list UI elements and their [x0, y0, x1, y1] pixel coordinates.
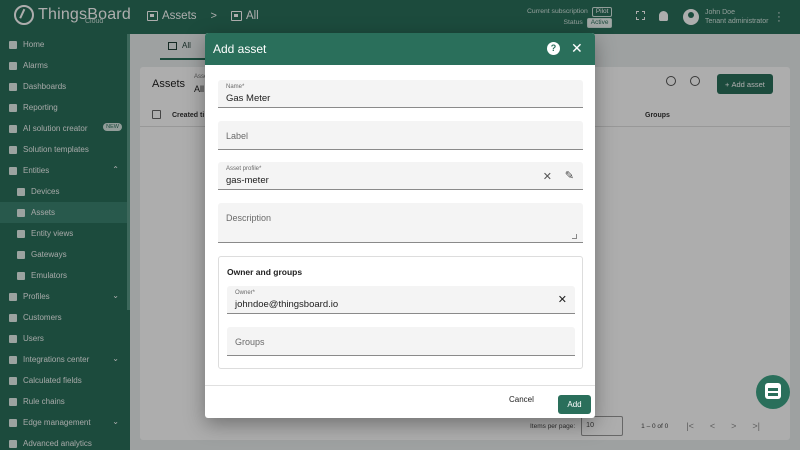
name-field[interactable]: Name* Gas Meter — [218, 80, 583, 108]
cancel-button[interactable]: Cancel — [509, 395, 534, 404]
groups-field[interactable]: Groups — [227, 327, 575, 356]
dialog-header: Add asset ? ✕ — [205, 33, 595, 65]
owner-field-value: johndoe@thingsboard.io — [235, 299, 339, 310]
description-field[interactable]: Description — [218, 203, 583, 243]
clear-icon[interactable]: ✕ — [543, 170, 552, 183]
robot-icon — [765, 383, 781, 399]
dialog-footer — [205, 385, 595, 418]
name-field-label: Name* — [226, 84, 245, 90]
groups-placeholder: Groups — [235, 337, 265, 347]
asset-profile-value: gas-meter — [226, 175, 269, 186]
owner-field-label: Owner* — [235, 290, 256, 296]
resize-handle-icon[interactable] — [572, 234, 577, 239]
add-asset-dialog: Add asset ? ✕ Name* Gas Meter Label Asse… — [205, 33, 595, 418]
label-field-placeholder: Label — [226, 131, 249, 141]
name-field-value: Gas Meter — [226, 93, 271, 104]
label-field[interactable]: Label — [218, 121, 583, 150]
dialog-title: Add asset — [213, 42, 267, 56]
owner-and-groups-section: Owner and groups Owner* johndoe@thingsbo… — [218, 256, 583, 369]
ai-assistant-button[interactable] — [756, 375, 790, 409]
owner-field[interactable]: Owner* johndoe@thingsboard.io ✕ — [227, 286, 575, 314]
close-icon[interactable]: ✕ — [571, 40, 583, 56]
asset-profile-field[interactable]: Asset profile* gas-meter ✕ ✎ — [218, 162, 583, 190]
description-placeholder: Description — [226, 213, 272, 223]
asset-profile-label: Asset profile* — [226, 166, 262, 172]
add-button[interactable]: Add — [558, 395, 591, 414]
edit-icon[interactable]: ✎ — [565, 169, 574, 182]
help-icon[interactable]: ? — [547, 42, 560, 55]
owner-section-title: Owner and groups — [227, 267, 303, 277]
clear-owner-icon[interactable]: ✕ — [558, 293, 567, 306]
